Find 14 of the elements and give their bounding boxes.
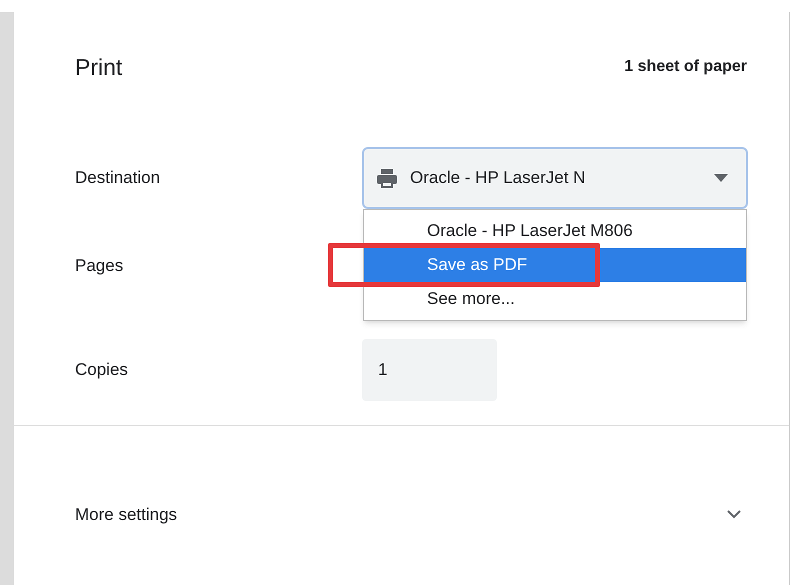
printer-icon (376, 166, 398, 188)
destination-label: Destination (75, 166, 162, 189)
sheet-count: 1 sheet of paper (624, 57, 747, 78)
copies-field[interactable]: 1 (362, 338, 497, 400)
caret-icon (714, 174, 728, 182)
copies-label: Copies (75, 358, 129, 381)
pages-label: Pages (75, 256, 124, 274)
more-settings-label: More settings (75, 504, 178, 526)
dropdown-option[interactable]: Oracle - HP LaserJet M806 (364, 214, 746, 248)
dialog-title: Print (75, 53, 122, 82)
destination-dropdown[interactable]: Oracle - HP LaserJet N (362, 146, 748, 208)
dropdown-option[interactable]: See more... (364, 282, 746, 316)
dropdown-option[interactable]: Save as PDF (364, 248, 746, 282)
chevron-icon[interactable] (727, 510, 741, 519)
